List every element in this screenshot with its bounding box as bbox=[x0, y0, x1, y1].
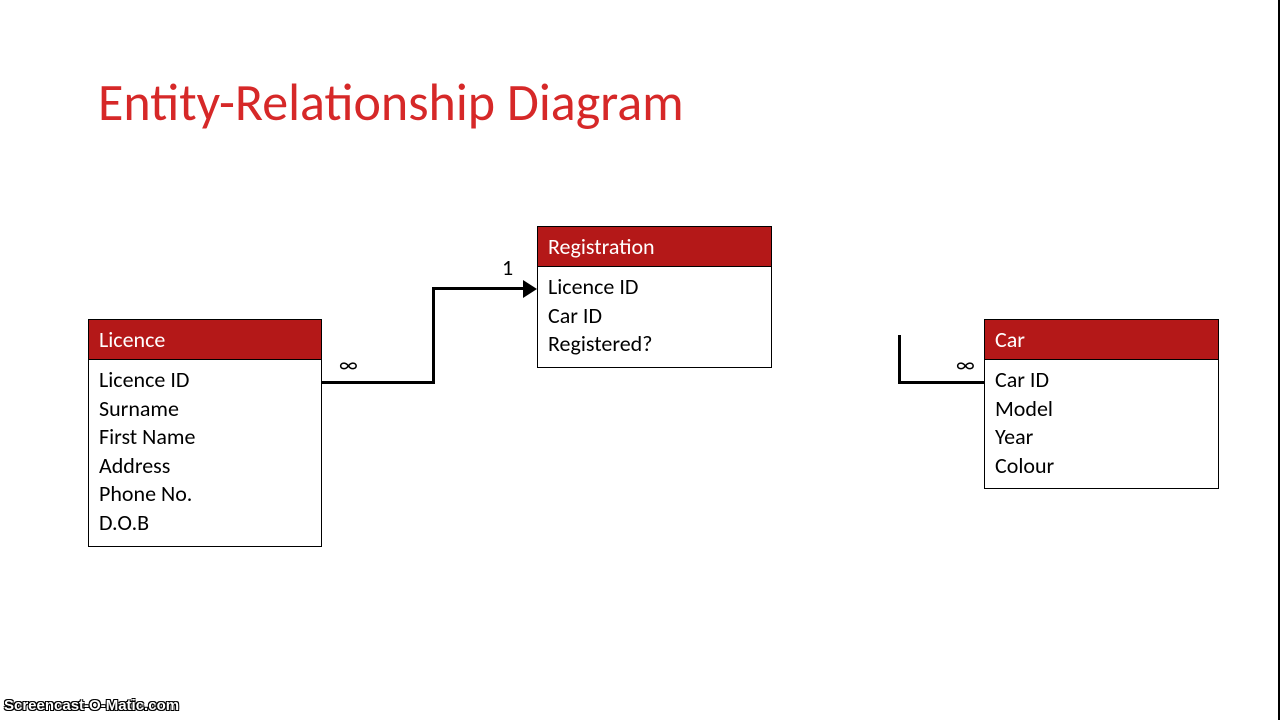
connector-line bbox=[898, 381, 984, 384]
entity-field: D.O.B bbox=[99, 509, 311, 538]
entity-car-header: Car bbox=[985, 320, 1218, 360]
cardinality-label-infinity: ∞ bbox=[956, 351, 975, 378]
entity-field: Address bbox=[99, 452, 311, 481]
entity-field: Licence ID bbox=[548, 273, 761, 302]
connector-line bbox=[432, 287, 435, 384]
entity-field: Surname bbox=[99, 395, 311, 424]
entity-car-body: Car ID Model Year Colour bbox=[985, 360, 1218, 488]
entity-field: Model bbox=[995, 395, 1208, 424]
entity-registration-body: Licence ID Car ID Registered? bbox=[538, 267, 771, 367]
entity-licence: Licence Licence ID Surname First Name Ad… bbox=[88, 319, 322, 547]
arrowhead-icon bbox=[523, 280, 537, 298]
connector-line bbox=[898, 335, 901, 383]
entity-licence-header: Licence bbox=[89, 320, 321, 360]
cardinality-label-infinity: ∞ bbox=[339, 351, 358, 378]
entity-field: Car ID bbox=[995, 366, 1208, 395]
entity-licence-body: Licence ID Surname First Name Address Ph… bbox=[89, 360, 321, 546]
slide-title: Entity-Relationship Diagram bbox=[98, 70, 684, 134]
entity-field: Licence ID bbox=[99, 366, 311, 395]
connector-line bbox=[322, 381, 434, 384]
entity-field: Year bbox=[995, 423, 1208, 452]
entity-field: First Name bbox=[99, 423, 311, 452]
entity-field: Registered? bbox=[548, 330, 761, 359]
cardinality-label-one: 1 bbox=[502, 254, 513, 281]
connector-line bbox=[432, 287, 527, 290]
entity-field: Colour bbox=[995, 452, 1208, 481]
entity-field: Car ID bbox=[548, 302, 761, 331]
entity-field: Phone No. bbox=[99, 480, 311, 509]
watermark-text: Screencast-O-Matic.com bbox=[4, 697, 179, 714]
entity-registration: Registration Licence ID Car ID Registere… bbox=[537, 226, 772, 368]
entity-car: Car Car ID Model Year Colour bbox=[984, 319, 1219, 489]
entity-registration-header: Registration bbox=[538, 227, 771, 267]
